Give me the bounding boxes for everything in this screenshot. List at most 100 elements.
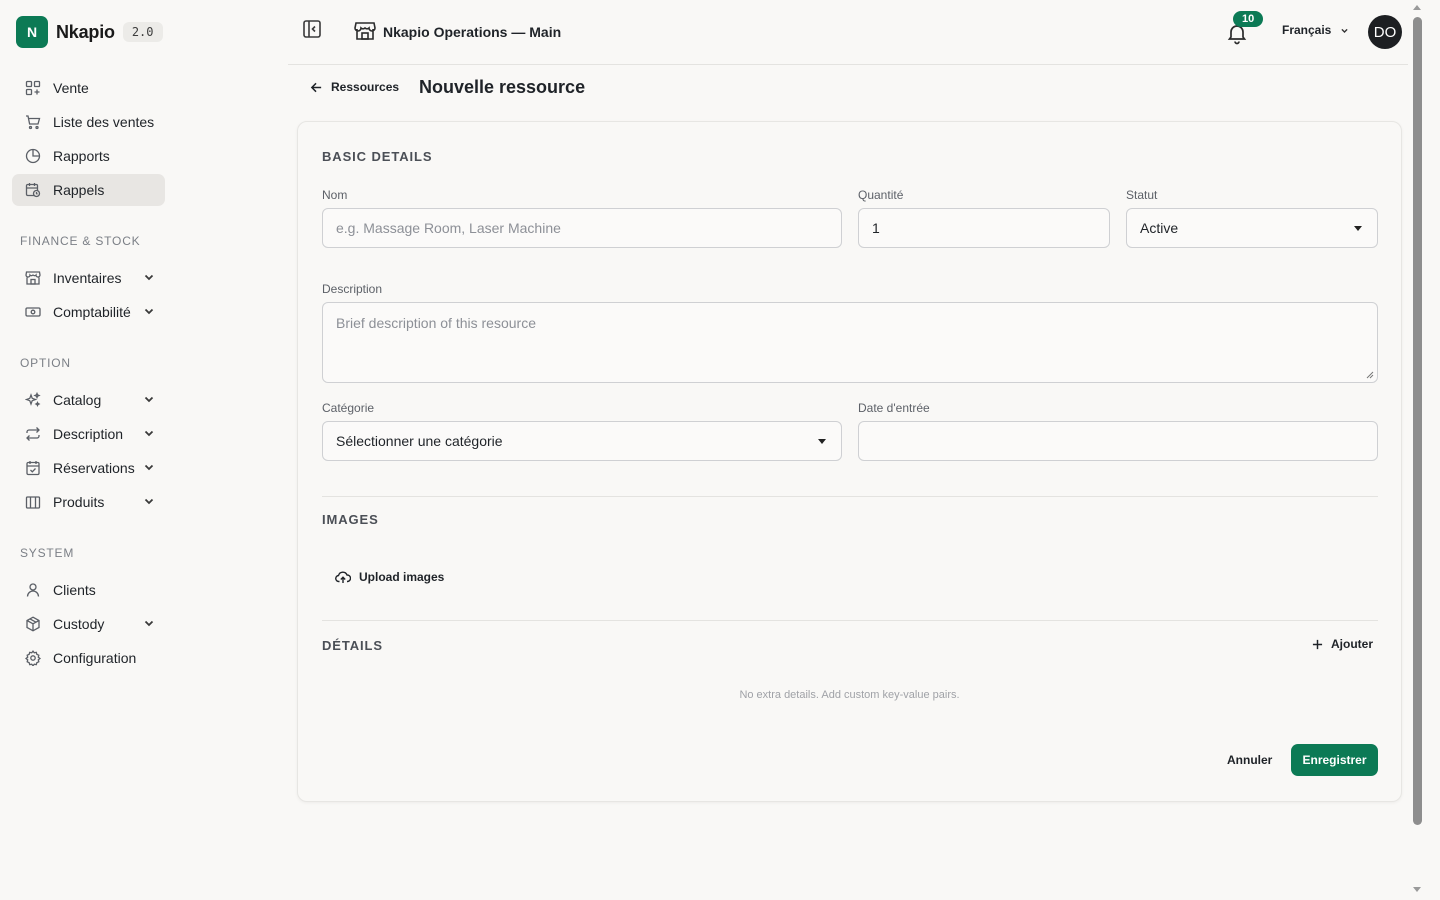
sparkles-icon: [24, 392, 41, 409]
avatar[interactable]: DO: [1368, 15, 1402, 49]
caret-down-icon: [1354, 226, 1362, 231]
sidebar-item-label: Inventaires: [53, 270, 122, 286]
details-empty-state: No extra details. Add custom key-value p…: [739, 689, 960, 701]
sidebar-toggle-icon[interactable]: [302, 19, 322, 39]
sidebar-item-inventaires[interactable]: Inventaires: [12, 262, 165, 294]
sidebar-item-reservations[interactable]: Réservations: [12, 452, 165, 484]
chevron-down-icon: [144, 430, 154, 437]
category-value: Sélectionner une catégorie: [336, 433, 503, 449]
sidebar-item-produits[interactable]: Produits: [12, 486, 165, 518]
gear-icon: [24, 650, 41, 667]
name-input[interactable]: e.g. Massage Room, Laser Machine: [322, 208, 842, 248]
calendar-clock-icon: [24, 182, 41, 199]
scroll-down-arrow-icon[interactable]: [1413, 887, 1421, 892]
chevron-down-icon: [144, 308, 154, 315]
description-label: Description: [322, 282, 383, 296]
back-link-label: Ressources: [331, 80, 400, 94]
quantity-label: Quantité: [858, 188, 904, 202]
sidebar-item-liste-des-ventes[interactable]: Liste des ventes: [12, 106, 165, 138]
store-switcher[interactable]: Nkapio Operations — Main: [383, 24, 561, 40]
sidebar-item-label: Rapports: [53, 148, 110, 164]
sidebar-item-label: Liste des ventes: [53, 114, 155, 130]
sidebar-item-label: Comptabilité: [53, 304, 131, 320]
sidebar-item-comptabilite[interactable]: Comptabilité: [12, 296, 165, 328]
page-scrollbar[interactable]: [1410, 0, 1428, 900]
plus-icon: [1312, 639, 1323, 649]
arrow-left-icon: [310, 82, 322, 92]
chevron-down-icon: [144, 498, 154, 505]
sidebar-item-label: Clients: [53, 582, 96, 598]
category-label: Catégorie: [322, 401, 375, 415]
package-icon: [24, 494, 41, 511]
sidebar-section-system: SYSTEM: [20, 546, 75, 560]
back-to-resources-link[interactable]: Ressources: [310, 80, 399, 94]
sidebar-item-custody[interactable]: Custody: [12, 608, 165, 640]
details-heading: DÉTAILS: [322, 638, 383, 653]
user-icon: [24, 582, 41, 599]
entry-date-input[interactable]: [858, 421, 1378, 461]
store-icon: [354, 22, 376, 40]
calendar-check-icon: [24, 460, 41, 477]
topbar: Nkapio Operations — Main 10 Français DO: [288, 0, 1408, 65]
box-icon: [24, 616, 41, 633]
sidebar-item-label: Description: [53, 426, 124, 442]
chevron-down-icon: [1341, 28, 1348, 33]
scroll-up-arrow-icon[interactable]: [1413, 5, 1421, 10]
sidebar-item-rappels[interactable]: Rappels: [12, 174, 165, 206]
sidebar-item-label: Rappels: [53, 182, 105, 198]
cancel-button[interactable]: Annuler: [1227, 753, 1272, 767]
brand-name: Nkapio: [56, 21, 115, 42]
divider: [322, 496, 1378, 497]
add-detail-button[interactable]: Ajouter: [1312, 637, 1373, 651]
sidebar-section-finance-stock: FINANCE & STOCK: [20, 234, 141, 248]
sidebar-item-vente[interactable]: Vente: [12, 72, 165, 104]
description-textarea[interactable]: Brief description of this resource: [322, 302, 1378, 383]
chevron-down-icon: [144, 620, 154, 627]
name-label: Nom: [322, 188, 348, 202]
sidebar-item-label: Vente: [53, 80, 89, 96]
status-select[interactable]: Active: [1126, 208, 1378, 248]
scrollbar-thumb[interactable]: [1413, 17, 1422, 825]
sidebar-item-label: Catalog: [53, 392, 102, 408]
page-title: Nouvelle ressource: [419, 77, 586, 97]
shopping-cart-icon: [24, 114, 41, 131]
pie-chart-icon: [24, 148, 41, 165]
repeat-icon: [24, 426, 41, 443]
quantity-input[interactable]: 1: [858, 208, 1110, 248]
notification-count-badge: 10: [1233, 11, 1264, 27]
sidebar-item-label: Produits: [53, 494, 105, 510]
resize-handle-icon[interactable]: [1366, 371, 1374, 379]
save-button[interactable]: Enregistrer: [1291, 744, 1378, 776]
sidebar-item-catalog[interactable]: Catalog: [12, 384, 165, 416]
add-detail-label: Ajouter: [1331, 637, 1373, 651]
chevron-down-icon: [144, 464, 154, 471]
chevron-down-icon: [144, 274, 154, 281]
sidebar-item-label: Configuration: [53, 650, 137, 666]
images-heading: IMAGES: [322, 512, 379, 527]
basic-details-heading: BASIC DETAILS: [322, 149, 433, 164]
status-value: Active: [1140, 220, 1179, 236]
status-label: Statut: [1126, 188, 1158, 202]
language-label: Français: [1282, 23, 1332, 37]
caret-down-icon: [818, 439, 826, 444]
resource-form-card: BASIC DETAILS Nom e.g. Massage Room, Las…: [297, 121, 1402, 802]
category-select[interactable]: Sélectionner une catégorie: [322, 421, 842, 461]
chevron-down-icon: [144, 396, 154, 403]
sidebar-item-description[interactable]: Description: [12, 418, 165, 450]
brand-logo: N: [16, 16, 48, 48]
upload-images-label: Upload images: [359, 570, 445, 584]
divider: [322, 620, 1378, 621]
sidebar-item-rapports[interactable]: Rapports: [12, 140, 165, 172]
sidebar-item-clients[interactable]: Clients: [12, 574, 165, 606]
sidebar-item-label: Custody: [53, 616, 105, 632]
banknote-icon: [24, 304, 41, 321]
description-placeholder: Brief description of this resource: [336, 315, 536, 331]
sidebar: N Nkapio 2.0 Vente Liste des ventes Rapp…: [0, 0, 178, 900]
version-badge: 2.0: [122, 22, 163, 42]
language-selector[interactable]: Français: [1282, 23, 1349, 37]
cloud-upload-icon: [335, 571, 351, 583]
brand[interactable]: N Nkapio 2.0: [16, 16, 163, 48]
sidebar-item-configuration[interactable]: Configuration: [12, 642, 165, 674]
layout-grid-plus-icon: [24, 80, 41, 97]
upload-images-button[interactable]: Upload images: [335, 569, 444, 585]
